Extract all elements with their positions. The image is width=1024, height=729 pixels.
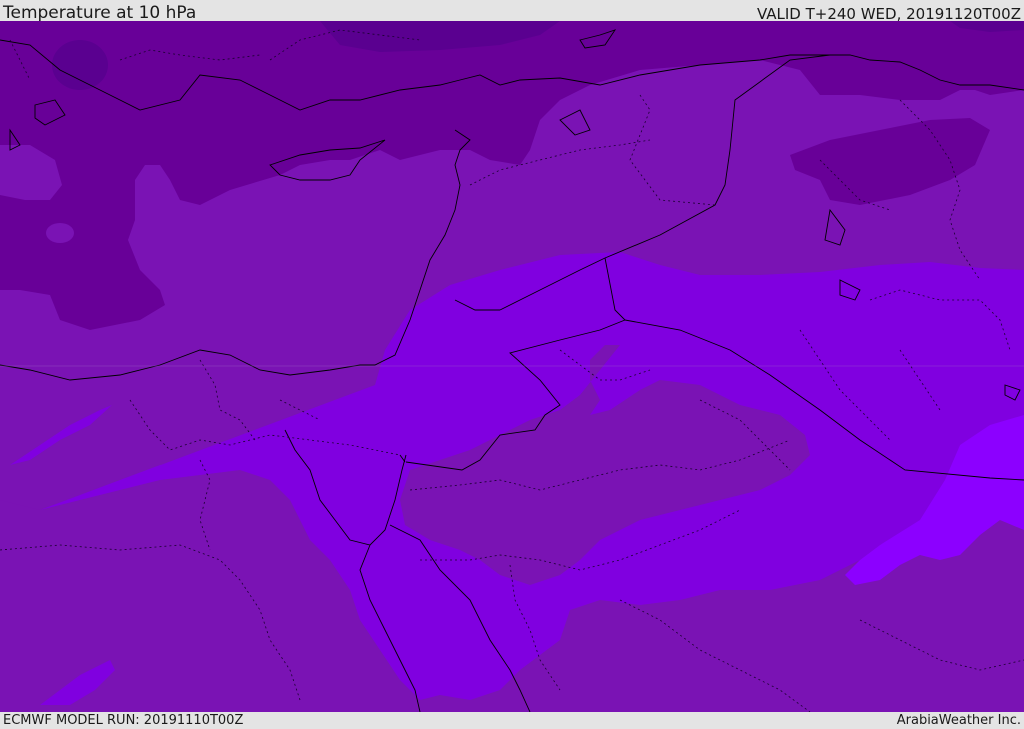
map-canvas	[0, 21, 1024, 712]
field-patch-redsea	[395, 585, 419, 601]
credit-label: ArabiaWeather Inc.	[896, 713, 1021, 728]
model-run-label: ECMWF MODEL RUN: 20191110T00Z	[3, 713, 244, 728]
map-title: Temperature at 10 hPa	[3, 3, 197, 23]
footer-bar: ECMWF MODEL RUN: 20191110T00Z ArabiaWeat…	[0, 712, 1024, 729]
weather-map[interactable]	[0, 21, 1024, 712]
field-patch-west-small	[46, 223, 74, 243]
field-band-darkest-west	[52, 40, 108, 90]
header-bar: Temperature at 10 hPa VALID T+240 WED, 2…	[0, 0, 1024, 23]
